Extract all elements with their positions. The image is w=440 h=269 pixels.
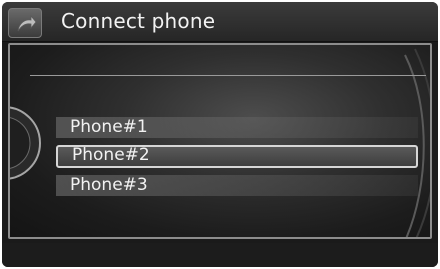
back-button[interactable]	[8, 8, 42, 38]
phone-item-2[interactable]: Phone#2	[56, 145, 418, 168]
phone-item-label: Phone#2	[72, 145, 150, 165]
back-arrow-icon	[17, 14, 37, 32]
phone-list-panel: Phone#1 Phone#2 Phone#3	[8, 43, 432, 239]
phone-item-label: Phone#1	[70, 117, 148, 137]
phone-item-label: Phone#3	[70, 175, 148, 195]
divider	[30, 75, 426, 76]
bottom-bar	[2, 243, 438, 267]
page-title: Connect phone	[61, 9, 216, 33]
title-bar: Connect phone	[2, 2, 438, 42]
phone-item-3[interactable]: Phone#3	[56, 175, 418, 196]
phone-item-1[interactable]: Phone#1	[56, 117, 418, 138]
screen: Connect phone Phone#1 Phone#2 Phone#3	[2, 2, 438, 267]
